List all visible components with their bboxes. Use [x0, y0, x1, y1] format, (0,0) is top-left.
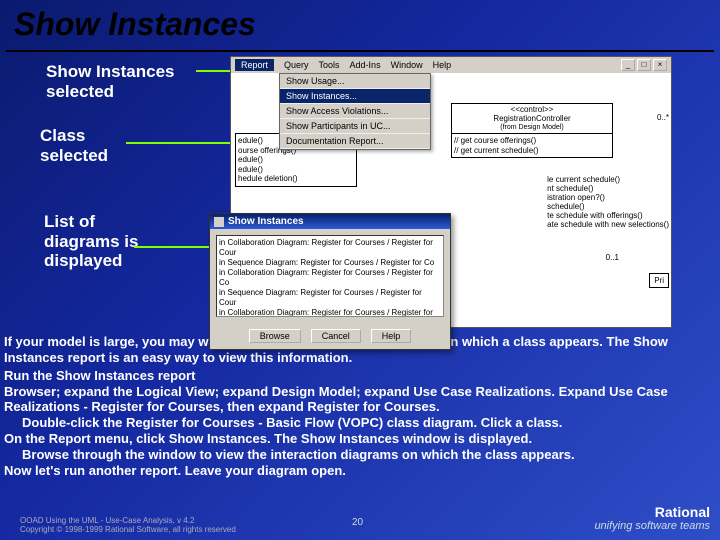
logo-tagline: unifying software teams — [594, 520, 710, 532]
list-item[interactable]: in Sequence Diagram: Register for Course… — [219, 288, 441, 308]
para: Browse through the window to view the in… — [4, 447, 716, 463]
anno-show-instances: Show Instances selected — [46, 62, 174, 101]
op: hedule deletion() — [238, 174, 354, 184]
footer-line2: Copyright © 1998-1999 Rational Software,… — [20, 525, 236, 534]
op: // get current schedule() — [454, 146, 610, 156]
max-button[interactable]: □ — [637, 59, 651, 71]
para: Now let's run another report. Leave your… — [4, 463, 716, 479]
list-item[interactable]: in Collaboration Diagram: Register for C… — [219, 268, 441, 288]
class-from: (from Design Model) — [454, 124, 610, 132]
para: Double-click the Register for Courses - … — [4, 415, 716, 431]
multiplicity: 0..1 — [606, 253, 619, 262]
report-menu-dropdown[interactable]: Show Usage... Show Instances... Show Acc… — [279, 73, 431, 150]
body-text: If your model is large, you may want lis… — [4, 334, 716, 479]
logo-brand: Rational — [655, 504, 710, 520]
logo: Rational unifying software teams — [594, 505, 710, 532]
anno-class-selected: Class selected — [40, 126, 108, 165]
op: // get course offerings() — [454, 136, 610, 146]
multiplicity: 0..* — [657, 113, 669, 122]
op: edule() — [238, 165, 354, 175]
page-number: 20 — [352, 517, 363, 528]
menu-help[interactable]: Help — [433, 60, 452, 70]
dialog-list[interactable]: in Collaboration Diagram: Register for C… — [216, 235, 444, 317]
menu-addins[interactable]: Add-Ins — [350, 60, 381, 70]
show-instances-dialog: Show Instances in Collaboration Diagram:… — [209, 213, 451, 350]
run-heading: Run the Show Instances report — [4, 368, 716, 384]
menu-item[interactable]: Show Access Violations... — [280, 104, 430, 119]
menu-item-show-instances[interactable]: Show Instances... — [280, 89, 430, 104]
cancel-button[interactable]: Cancel — [311, 329, 361, 343]
para: Browser; expand the Logical View; expand… — [4, 384, 716, 416]
class-box-right[interactable]: <<control>> RegistrationController (from… — [451, 103, 613, 158]
dialog-title-text: Show Instances — [228, 216, 304, 227]
title-rule — [6, 50, 714, 52]
browse-button[interactable]: Browse — [249, 329, 301, 343]
menu-tools[interactable]: Tools — [319, 60, 340, 70]
class-fragment: Pri — [649, 273, 669, 288]
list-item[interactable]: in Collaboration Diagram: Register for C… — [219, 308, 441, 317]
slide: Show Instances Show Instances selected C… — [0, 0, 720, 540]
class-name: RegistrationController — [454, 115, 610, 124]
dialog-titlebar: Show Instances — [210, 214, 450, 229]
op: edule() — [238, 155, 354, 165]
anno-list-displayed: List of diagrams is displayed — [44, 212, 139, 271]
menu-window[interactable]: Window — [391, 60, 423, 70]
page-title: Show Instances — [14, 6, 256, 43]
footer-line1: OOAD Using the UML - Use-Case Analysis, … — [20, 516, 236, 525]
min-button[interactable]: _ — [621, 59, 635, 71]
menubar[interactable]: Report Query Tools Add-Ins Window Help — [231, 57, 671, 74]
menu-report[interactable]: Report — [235, 59, 274, 71]
dialog-buttons: Browse Cancel Help — [210, 323, 450, 349]
arrow-3 — [134, 246, 212, 248]
window-buttons: _ □ × — [621, 59, 667, 71]
class-ops: // get course offerings() // get current… — [452, 134, 612, 157]
list-item[interactable]: in Collaboration Diagram: Register for C… — [219, 238, 441, 258]
help-button[interactable]: Help — [371, 329, 412, 343]
footer: OOAD Using the UML - Use-Case Analysis, … — [20, 516, 236, 534]
list-item[interactable]: in Sequence Diagram: Register for Course… — [219, 258, 441, 268]
dialog-icon — [214, 217, 224, 227]
para: On the Report menu, click Show Instances… — [4, 431, 716, 447]
menu-item[interactable]: Documentation Report... — [280, 134, 430, 149]
menu-query[interactable]: Query — [284, 60, 309, 70]
side-ops: le current schedule() nt schedule() istr… — [547, 175, 669, 229]
close-button[interactable]: × — [653, 59, 667, 71]
arrow-2 — [126, 142, 232, 144]
class-header: <<control>> RegistrationController (from… — [452, 104, 612, 134]
screenshot-window: Report Query Tools Add-Ins Window Help _… — [230, 56, 672, 328]
menu-item[interactable]: Show Participants in UC... — [280, 119, 430, 134]
menu-item[interactable]: Show Usage... — [280, 74, 430, 89]
